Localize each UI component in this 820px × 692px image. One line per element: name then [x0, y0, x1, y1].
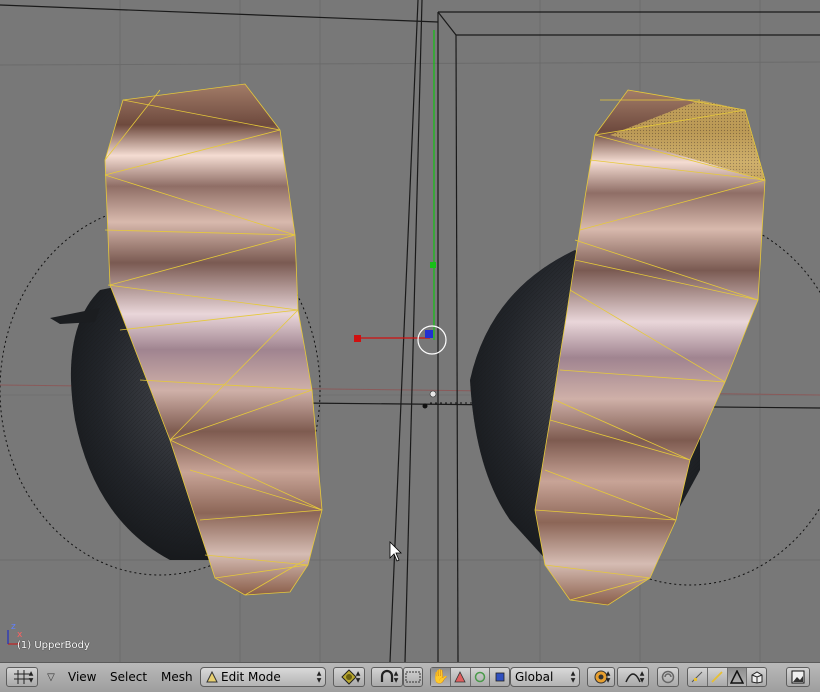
dropdown-arrows-icon: ▲ ▼ — [316, 670, 322, 684]
rotate-ring-icon — [474, 671, 486, 683]
proportional-edit-button[interactable]: ▲ ▼ — [587, 667, 615, 687]
manipulator-group: ✋ — [430, 667, 510, 687]
select-mode-group — [687, 667, 767, 687]
stepper-arrows-icon: ▲ ▼ — [355, 670, 361, 684]
occlude-geometry-button[interactable] — [747, 668, 766, 686]
menu-select[interactable]: Select — [106, 668, 151, 688]
object-origin — [429, 390, 437, 398]
pivot-button[interactable]: ▲ ▼ — [371, 667, 403, 687]
hand-icon: ✋ — [431, 669, 450, 685]
menu-view[interactable]: View — [64, 668, 100, 688]
occlude-icon — [751, 671, 763, 684]
face-select-icon — [729, 670, 744, 684]
3d-viewport[interactable]: x z (1) UpperBody — [0, 0, 820, 662]
draw-type-button[interactable]: ▲ ▼ — [333, 667, 365, 687]
triangle-down-icon: ▽ — [47, 671, 55, 683]
right-textured-mesh — [534, 89, 766, 606]
rotate-manipulator-button[interactable] — [471, 668, 491, 686]
collapse-menus-button[interactable]: ▽ — [42, 667, 60, 687]
edge-select-icon — [711, 671, 723, 683]
layer-lock-button[interactable] — [403, 667, 423, 687]
layers-icon — [405, 671, 421, 683]
edit-mode-icon — [206, 671, 218, 683]
transform-manipulator[interactable] — [354, 30, 447, 355]
scale-box-icon — [495, 672, 505, 682]
scale-manipulator-button[interactable] — [490, 668, 509, 686]
mode-select[interactable]: Edit Mode ▲ ▼ — [200, 667, 326, 687]
magnet-icon — [661, 670, 675, 684]
face-select-button[interactable] — [727, 668, 748, 686]
edge-select-button[interactable] — [708, 668, 728, 686]
stepper-arrows-icon: ▲ ▼ — [28, 670, 34, 684]
axis-x-label: x — [17, 630, 23, 640]
active-object-label: (1) UpperBody — [17, 640, 90, 651]
stepper-arrows-icon: ▲ ▼ — [393, 670, 399, 684]
manipulator-toggle-button[interactable]: ✋ — [431, 668, 451, 686]
stepper-arrows-icon: ▲ ▼ — [605, 670, 611, 684]
translate-manipulator-button[interactable] — [451, 668, 471, 686]
cursor-3d — [422, 403, 428, 409]
3d-view-header: ▲ ▼ ▽ View Select Mesh Edit Mode ▲ ▼ ▲ ▼ ▲ ▼… — [0, 662, 820, 692]
render-button[interactable] — [786, 667, 810, 687]
vertex-select-icon — [692, 671, 703, 683]
menu-mesh[interactable]: Mesh — [157, 668, 197, 688]
stepper-arrows-icon: ▲ ▼ — [639, 670, 645, 684]
vertex-select-button[interactable] — [688, 668, 708, 686]
editor-type-button[interactable]: ▲ ▼ — [6, 667, 38, 687]
orientation-select[interactable]: Global ▲ ▼ — [510, 667, 580, 687]
orientation-select-value: Global — [515, 670, 554, 684]
mode-select-value: Edit Mode — [221, 670, 281, 684]
translate-arrow-icon — [454, 671, 466, 683]
falloff-button[interactable]: ▲ ▼ — [617, 667, 649, 687]
viewport-scene — [0, 0, 820, 662]
axis-z-label: z — [11, 622, 16, 632]
dropdown-arrows-icon: ▲ ▼ — [570, 670, 576, 684]
snap-button[interactable] — [657, 667, 679, 687]
render-icon — [791, 670, 805, 684]
